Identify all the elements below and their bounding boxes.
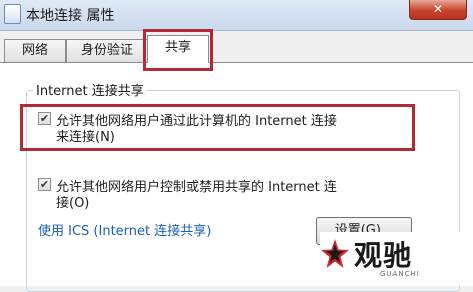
ics-help-link[interactable]: 使用 ICS (Internet 连接共享): [38, 220, 211, 239]
watermark-subtext: GUANCHI: [380, 270, 420, 278]
allow-control-checkbox[interactable]: ✔: [38, 178, 51, 191]
tab-label: 身份验证: [80, 43, 133, 58]
tab-highlight-box: [143, 29, 213, 71]
allow-control-label-line2: 接(O): [56, 196, 90, 211]
watermark-text: 观驰: [354, 239, 413, 272]
star-logo-icon: [321, 239, 349, 268]
tab-label: 网络: [21, 43, 48, 58]
group-label: Internet 连接共享: [33, 80, 147, 99]
title-bar: 本地连接 属性 ✕: [0, 0, 473, 31]
allow-control-label-line1: 允许其他网络用户控制或禁用共享的 Internet 连: [56, 180, 337, 195]
window-title: 本地连接 属性: [26, 8, 115, 24]
option-highlight-box: [20, 104, 415, 151]
close-icon: ✕: [432, 2, 444, 16]
network-connection-icon: [4, 4, 21, 24]
tab-authentication[interactable]: 身份验证: [66, 39, 148, 62]
tab-strip: 网络 身份验证 共享: [0, 30, 473, 64]
watermark-logo: 观驰 GUANCHI: [320, 232, 473, 285]
close-button[interactable]: ✕: [409, 0, 467, 20]
tab-networking[interactable]: 网络: [4, 39, 66, 62]
